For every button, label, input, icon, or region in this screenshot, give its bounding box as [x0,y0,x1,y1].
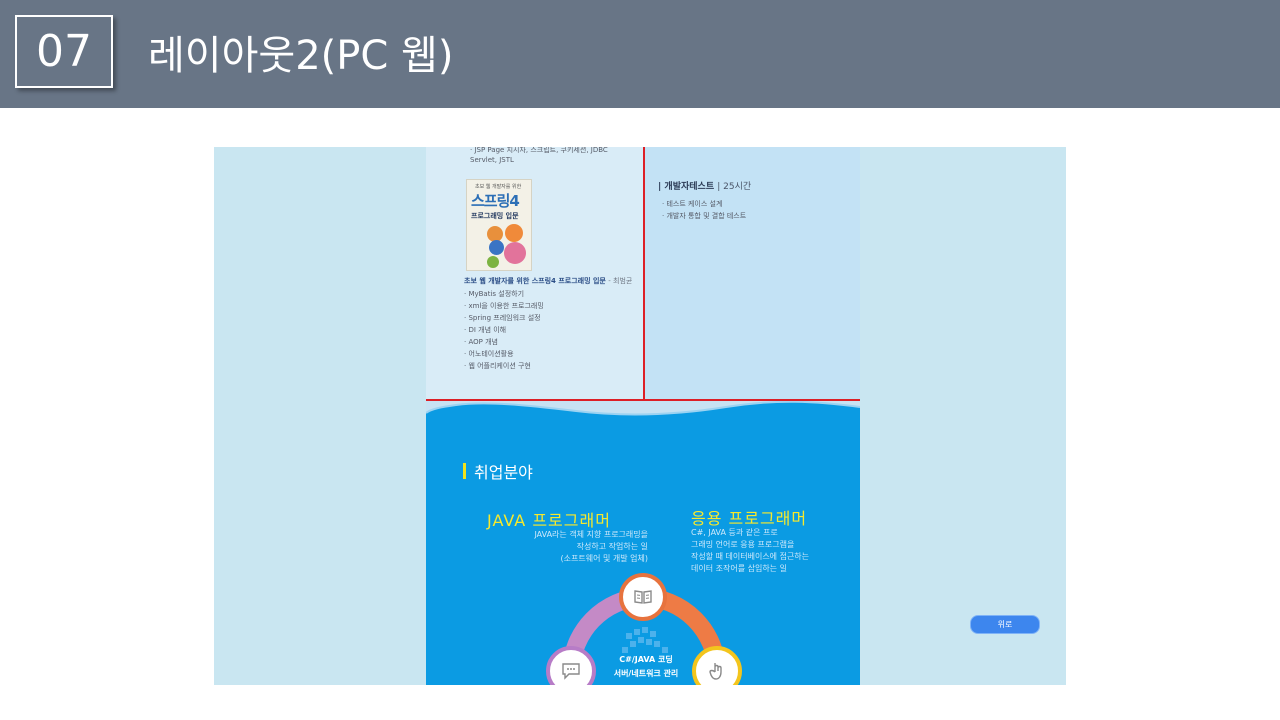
spring4-book-cover: 초보 웹 개발자를 위한 스프링4 프로그래밍 입문 [466,179,532,271]
map-decoration [622,627,668,653]
list-item: · Spring 프레임워크 설정 [464,314,541,322]
list-item: · 어노테이션활용 [464,350,514,358]
career-ring-diagram [562,588,726,672]
list-item: · 테스트 케이스 설계 [662,200,723,208]
gear-icon [505,224,523,242]
book-icon [619,573,667,621]
highlight-vertical-line [643,147,645,401]
book-cover-small-text: 초보 웹 개발자를 위한 [475,184,522,190]
book-caption-title: 초보 웹 개발자를 위한 스프링4 프로그래밍 입문 [464,277,606,285]
list-item: · 개발자 통합 및 결합 테스트 [662,212,747,220]
gear-icon [487,256,499,268]
scroll-to-top-button[interactable]: 위로 [970,615,1040,634]
slide-number: 07 [15,15,113,88]
ring-center-text: C#/JAVA 코딩 서버/네트워크 관리 [596,653,696,681]
list-item: · MyBatis 설정하기 [464,290,525,298]
gear-icon [489,240,504,255]
highlight-horizontal-line [426,399,860,401]
developer-test-list: · 테스트 케이스 설계 · 개발자 통합 및 결합 테스트 [662,198,746,222]
servlet-topics-line: Servlet, JSTL [470,156,514,164]
list-item: · xml을 이용한 프로그래밍 [464,302,544,310]
developer-test-heading: | 개발자테스트 | 25시간 [658,179,751,192]
jobs-section: 취업분야 JAVA 프로그래머 JAVA라는 객체 지향 프로그래밍을 작성하고… [426,399,860,685]
book-cover-subtitle: 프로그래밍 입문 [471,212,519,220]
book-topic-list: · MyBatis 설정하기 · xml을 이용한 프로그래밍 · Spring… [464,288,544,372]
ring-center-line: 서버/네트워크 관리 [613,669,679,678]
list-item: · DI 개념 이해 [464,326,507,334]
slide-header: 07 레이아웃2(PC 웹) [0,0,1280,108]
book-author: - 최범균 [608,277,633,285]
ring-center-line: C#/JAVA 코딩 [619,655,673,664]
slide-title: 레이아웃2(PC 웹) [148,33,454,79]
web-layout-screenshot: · JSP Page 지시자, 스크립트, 쿠키세션, JDBC Servlet… [214,147,1066,685]
book-cover-title: 스프링4 [471,192,520,210]
developer-test-hours: | 25시간 [717,182,752,192]
book-caption: 초보 웹 개발자를 위한 스프링4 프로그래밍 입문 - 최범균 [464,276,632,286]
list-item: · AOP 개념 [464,338,498,346]
gear-icon [504,242,526,264]
list-item: · 웹 어플리케이션 구현 [464,362,531,370]
developer-test-title: | 개발자테스트 [658,182,715,192]
